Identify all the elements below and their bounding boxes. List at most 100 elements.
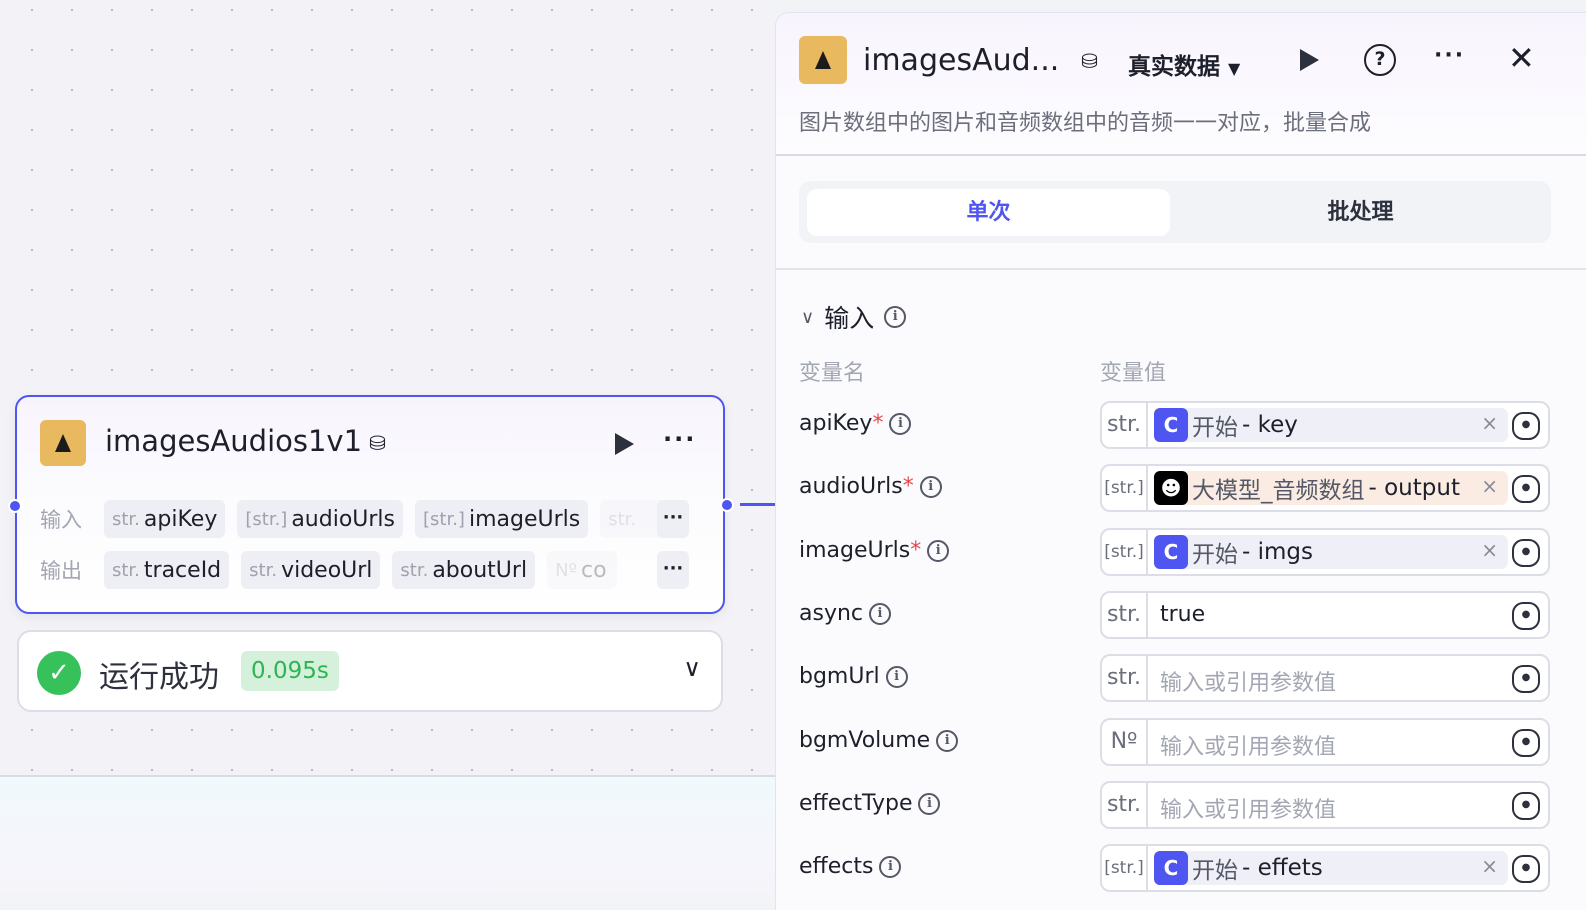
variable-row-async: async i str. true ● xyxy=(799,591,1559,639)
value-input[interactable]: 输入或引用参数值 xyxy=(1160,729,1336,761)
variable-row-effecttype: effectType i str. 输入或引用参数值 ● xyxy=(799,781,1559,829)
type-badge: str. xyxy=(1102,783,1148,827)
variable-value-field[interactable]: Nº 输入或引用参数值 ● xyxy=(1100,718,1550,766)
panel-description: 图片数组中的图片和音频数组中的音频一一对应，批量合成 xyxy=(799,111,1372,136)
variable-row-effects: effects i [str.] C 开始 - effets × ● xyxy=(799,844,1559,892)
info-icon: i xyxy=(919,475,942,498)
llm-ghost-icon: ☻ xyxy=(1154,471,1188,505)
input-port[interactable] xyxy=(8,499,22,513)
variable-value-field[interactable]: [str.] C 开始 - imgs × ● xyxy=(1100,528,1550,576)
remove-reference-icon[interactable]: × xyxy=(1481,854,1498,878)
variable-name: effectType i xyxy=(799,791,941,816)
info-icon: i xyxy=(885,665,908,688)
outputs-label: 输出 xyxy=(40,559,82,583)
variable-name: audioUrls * i xyxy=(799,474,942,499)
mode-tabs: 单次 批处理 xyxy=(799,181,1551,243)
variable-reference-icon[interactable]: ● xyxy=(1512,602,1540,630)
reference-chip[interactable]: C 开始 - key × xyxy=(1154,408,1508,442)
tab-single[interactable]: 单次 xyxy=(807,189,1170,236)
variable-row-audiourls: audioUrls * i [str.] ☻ 大模型_音频数组 - output ×… xyxy=(799,464,1559,512)
run-status: 运行成功 xyxy=(99,660,219,695)
variable-row-imageurls: imageUrls * i [str.] C 开始 - imgs × ● xyxy=(799,528,1559,576)
more-button[interactable]: ··· xyxy=(1434,43,1465,68)
variable-reference-icon[interactable]: ● xyxy=(1512,665,1540,693)
variable-value-field[interactable]: [str.] C 开始 - effets × ● xyxy=(1100,844,1550,892)
start-node-icon: C xyxy=(1154,408,1188,442)
output-tag-abouturl: str. aboutUrl xyxy=(392,551,536,589)
node-detail-panel: imagesAud... ⛁ 真实数据 ▼ ? ··· ✕ 图片数组中的图片和音… xyxy=(775,12,1586,910)
variable-value-field[interactable]: str. 输入或引用参数值 ● xyxy=(1100,654,1550,702)
canvas-lower-area xyxy=(0,775,775,910)
variable-reference-icon[interactable]: ● xyxy=(1512,412,1540,440)
type-badge: [str.] xyxy=(1102,530,1148,574)
run-time-badge: 0.095s xyxy=(241,651,339,691)
remove-reference-icon[interactable]: × xyxy=(1481,411,1498,435)
outputs-more-button[interactable]: ··· xyxy=(657,551,689,589)
info-icon: i xyxy=(879,855,902,878)
chevron-down-icon[interactable]: ∨ xyxy=(683,654,701,682)
type-badge: [str.] xyxy=(1102,466,1148,510)
inputs-more-button[interactable]: ··· xyxy=(657,500,689,538)
divider xyxy=(776,268,1586,270)
run-node-button[interactable] xyxy=(615,433,634,455)
variable-row-bgmurl: bgmUrl i str. 输入或引用参数值 ● xyxy=(799,654,1559,702)
type-badge: str. xyxy=(1102,403,1148,447)
info-icon: i xyxy=(884,306,907,328)
info-icon: i xyxy=(927,539,950,562)
variable-reference-icon[interactable]: ● xyxy=(1512,855,1540,883)
value-input[interactable]: 输入或引用参数值 xyxy=(1160,792,1336,824)
type-badge: str. xyxy=(1102,656,1148,700)
remove-reference-icon[interactable]: × xyxy=(1481,538,1498,562)
connection-edge xyxy=(740,503,775,506)
info-icon: i xyxy=(889,412,912,435)
panel-title: imagesAud... xyxy=(863,43,1060,78)
run-result-bar[interactable]: ✓ 运行成功 0.095s ∨ xyxy=(17,630,723,712)
node-title: imagesAudios1v1 xyxy=(105,424,363,458)
inputs-section-header[interactable]: ∨ 输入 i xyxy=(801,299,907,335)
variable-name: imageUrls * i xyxy=(799,538,950,563)
info-icon: i xyxy=(869,602,892,625)
type-badge: Nº xyxy=(1102,720,1148,764)
start-node-icon: C xyxy=(1154,535,1188,569)
variable-name: effects i xyxy=(799,854,902,879)
remove-reference-icon[interactable]: × xyxy=(1481,474,1498,498)
value-input[interactable]: true xyxy=(1160,602,1205,627)
close-icon[interactable]: ✕ xyxy=(1508,39,1535,77)
plugin-logo xyxy=(40,420,86,466)
reference-chip[interactable]: C 开始 - imgs × xyxy=(1154,535,1508,569)
plugin-node[interactable]: imagesAudios1v1 ⛁ ··· 输入 str. apiKey [str… xyxy=(15,395,725,614)
type-badge: str. xyxy=(1102,593,1148,637)
reference-chip[interactable]: C 开始 - effets × xyxy=(1154,851,1508,885)
variable-row-bgmvolume: bgmVolume i Nº 输入或引用参数值 ● xyxy=(799,718,1559,766)
variable-value-field[interactable]: str. true ● xyxy=(1100,591,1550,639)
variable-value-field[interactable]: str. C 开始 - key × ● xyxy=(1100,401,1550,449)
output-port[interactable] xyxy=(720,498,734,512)
run-button[interactable] xyxy=(1300,49,1319,71)
value-input[interactable]: 输入或引用参数值 xyxy=(1160,665,1336,697)
variable-reference-icon[interactable]: ● xyxy=(1512,729,1540,757)
input-tag-audiourls: [str.] audioUrls xyxy=(237,500,403,538)
node-outputs-row: 输出 str. traceId str. videoUrl str. aboutUrl… xyxy=(40,551,618,589)
reference-chip[interactable]: ☻ 大模型_音频数组 - output × xyxy=(1154,471,1508,505)
node-inputs-row: 输入 str. apiKey [str.] audioUrls [str.] imag… xyxy=(40,500,671,538)
node-more-button[interactable]: ··· xyxy=(663,425,696,453)
output-tag-videourl: str. videoUrl xyxy=(241,551,381,589)
variable-reference-icon[interactable]: ● xyxy=(1512,539,1540,567)
panel-header: imagesAud... ⛁ 真实数据 ▼ ? ··· ✕ 图片数组中的图片和音… xyxy=(776,13,1586,156)
help-icon[interactable]: ? xyxy=(1364,44,1396,76)
variable-reference-icon[interactable]: ● xyxy=(1512,475,1540,503)
info-icon: i xyxy=(918,792,941,815)
store-icon: ⛁ xyxy=(369,431,386,455)
section-title: 输入 xyxy=(824,304,875,333)
variable-value-field[interactable]: str. 输入或引用参数值 ● xyxy=(1100,781,1550,829)
variable-reference-icon[interactable]: ● xyxy=(1512,792,1540,820)
input-tag-apikey: str. apiKey xyxy=(104,500,226,538)
data-mode-dropdown[interactable]: 真实数据 ▼ xyxy=(1128,47,1240,81)
chevron-down-icon[interactable]: ∨ xyxy=(801,307,814,328)
variable-value-field[interactable]: [str.] ☻ 大模型_音频数组 - output × ● xyxy=(1100,464,1550,512)
variable-row-apikey: apiKey * i str. C 开始 - key × ● xyxy=(799,401,1559,449)
start-node-icon: C xyxy=(1154,851,1188,885)
column-header-name: 变量名 xyxy=(799,361,866,386)
tab-batch[interactable]: 批处理 xyxy=(1179,189,1542,236)
info-icon: i xyxy=(936,729,959,752)
